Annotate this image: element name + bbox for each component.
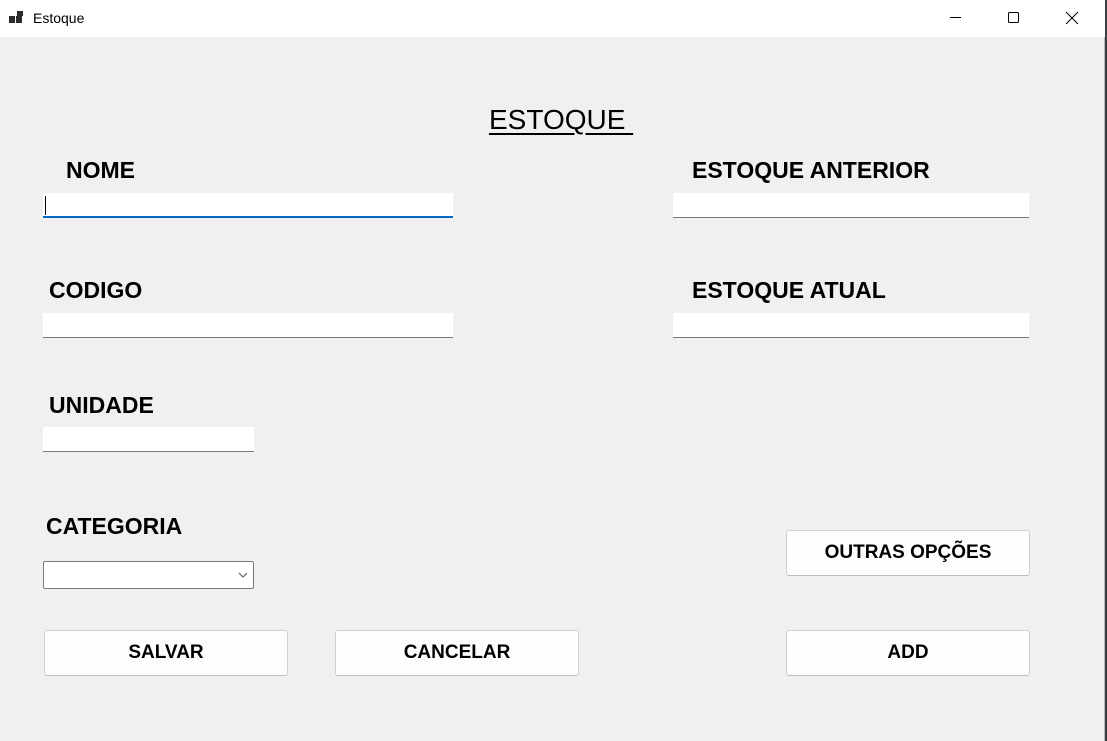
categoria-select[interactable] <box>43 561 254 589</box>
unidade-label: UNIDADE <box>49 392 154 418</box>
app-window-icon <box>9 11 25 25</box>
close-button[interactable] <box>1044 0 1102 37</box>
codigo-input[interactable] <box>43 313 453 338</box>
estoque-atual-label: ESTOQUE ATUAL <box>692 277 886 303</box>
salvar-button[interactable]: SALVAR <box>44 630 288 676</box>
minimize-icon <box>950 17 961 18</box>
categoria-label: CATEGORIA <box>46 513 183 539</box>
close-icon <box>1065 11 1079 25</box>
estoque-anterior-label: ESTOQUE ANTERIOR <box>692 157 930 183</box>
form-heading: ESTOQUE <box>489 104 634 135</box>
text-caret <box>45 196 46 215</box>
nome-label: NOME <box>66 157 135 183</box>
nome-input[interactable] <box>43 193 453 218</box>
maximize-icon <box>1008 12 1019 23</box>
title-bar[interactable]: Estoque <box>0 0 1105 37</box>
add-button[interactable]: ADD <box>786 630 1030 676</box>
maximize-button[interactable] <box>986 0 1044 37</box>
chevron-down-icon <box>238 572 248 578</box>
estoque-anterior-input[interactable] <box>673 193 1029 218</box>
minimize-button[interactable] <box>928 0 986 37</box>
window-title: Estoque <box>33 10 85 26</box>
estoque-window: Estoque ESTOQUE NOME CODIGO UNIDADE CATE… <box>0 0 1105 741</box>
estoque-atual-input[interactable] <box>673 313 1029 338</box>
unidade-input[interactable] <box>43 427 254 452</box>
codigo-label: CODIGO <box>49 277 143 303</box>
cancelar-button[interactable]: CANCELAR <box>335 630 579 676</box>
outras-opcoes-button[interactable]: OUTRAS OPÇÕES <box>786 530 1030 576</box>
